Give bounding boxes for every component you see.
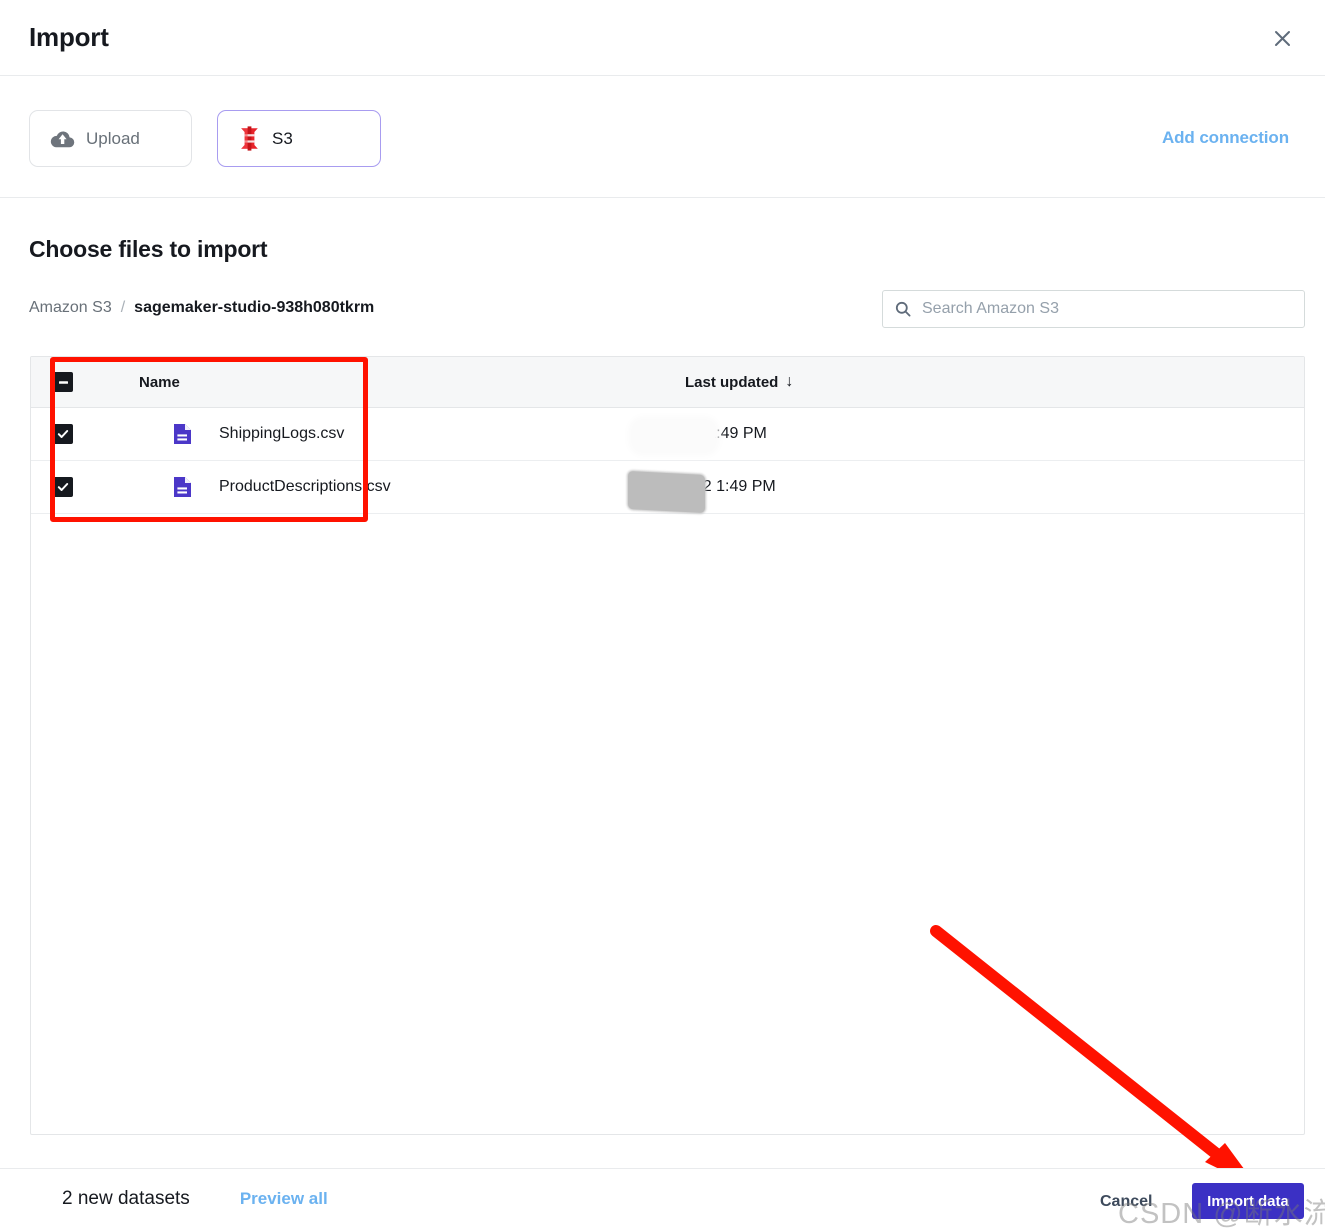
dialog-titlebar: Import (0, 0, 1325, 76)
sort-descending-icon: ↓ (785, 373, 794, 390)
cloud-upload-icon (50, 128, 75, 149)
column-header-name-label: Name (139, 373, 180, 391)
source-tab-upload[interactable]: Upload (29, 110, 192, 167)
file-name: ProductDescriptions.csv (219, 478, 391, 495)
column-header-last-updated-label: Last updated (685, 373, 779, 391)
row-select-cell (31, 477, 95, 497)
row-select-cell (31, 424, 95, 444)
file-name: ShippingLogs.csv (219, 425, 345, 442)
breadcrumb-item-root[interactable]: Amazon S3 (29, 299, 112, 317)
breadcrumb-item-current[interactable]: sagemaker-studio-938h080tkrm (134, 299, 374, 317)
row-name-cell: ShippingLogs.csv (95, 423, 640, 445)
preview-all-link[interactable]: Preview all (240, 1189, 328, 1209)
row-checkbox[interactable] (53, 424, 73, 444)
column-header-last-updated[interactable]: Last updated ↓ (640, 373, 1304, 391)
row-checkbox[interactable] (53, 477, 73, 497)
csv-file-icon (173, 423, 192, 445)
section-title: Choose files to import (29, 236, 268, 262)
source-tab-upload-label: Upload (86, 128, 140, 148)
redaction-smudge (633, 421, 715, 451)
search-input[interactable] (922, 300, 1292, 318)
csv-file-icon (173, 476, 192, 498)
column-header-name[interactable]: Name (95, 374, 640, 391)
source-selector-row: Upload S3 (0, 76, 1325, 198)
select-all-checkbox[interactable] (53, 372, 73, 392)
breadcrumb-separator: / (120, 299, 126, 316)
source-tab-s3[interactable]: S3 (217, 110, 381, 167)
page-title: Import (29, 22, 109, 52)
s3-bucket-icon (238, 126, 261, 151)
add-connection-link[interactable]: Add connection (1162, 128, 1289, 148)
row-last-updated-cell: 22 1:49 PM (640, 425, 1304, 443)
row-last-updated-cell: 022 1:49 PM (640, 478, 1304, 496)
row-name-cell: ProductDescriptions.csv (95, 476, 640, 498)
dataset-count-label: 2 new datasets (62, 1188, 190, 1209)
source-tab-s3-label: S3 (272, 128, 293, 148)
close-icon[interactable] (1268, 24, 1296, 52)
redaction-smudge (628, 470, 705, 514)
search-bar[interactable] (882, 290, 1305, 328)
breadcrumb: Amazon S3 / sagemaker-studio-938h080tkrm (29, 299, 374, 317)
search-icon (895, 301, 911, 317)
import-dialog: Import Upload S3 Add connection Choose f… (0, 0, 1325, 1228)
import-data-button[interactable]: Import data (1192, 1183, 1304, 1219)
cancel-button[interactable]: Cancel (1100, 1193, 1152, 1211)
table-header-row: Name Last updated ↓ (31, 357, 1304, 408)
select-all-cell (31, 372, 95, 392)
